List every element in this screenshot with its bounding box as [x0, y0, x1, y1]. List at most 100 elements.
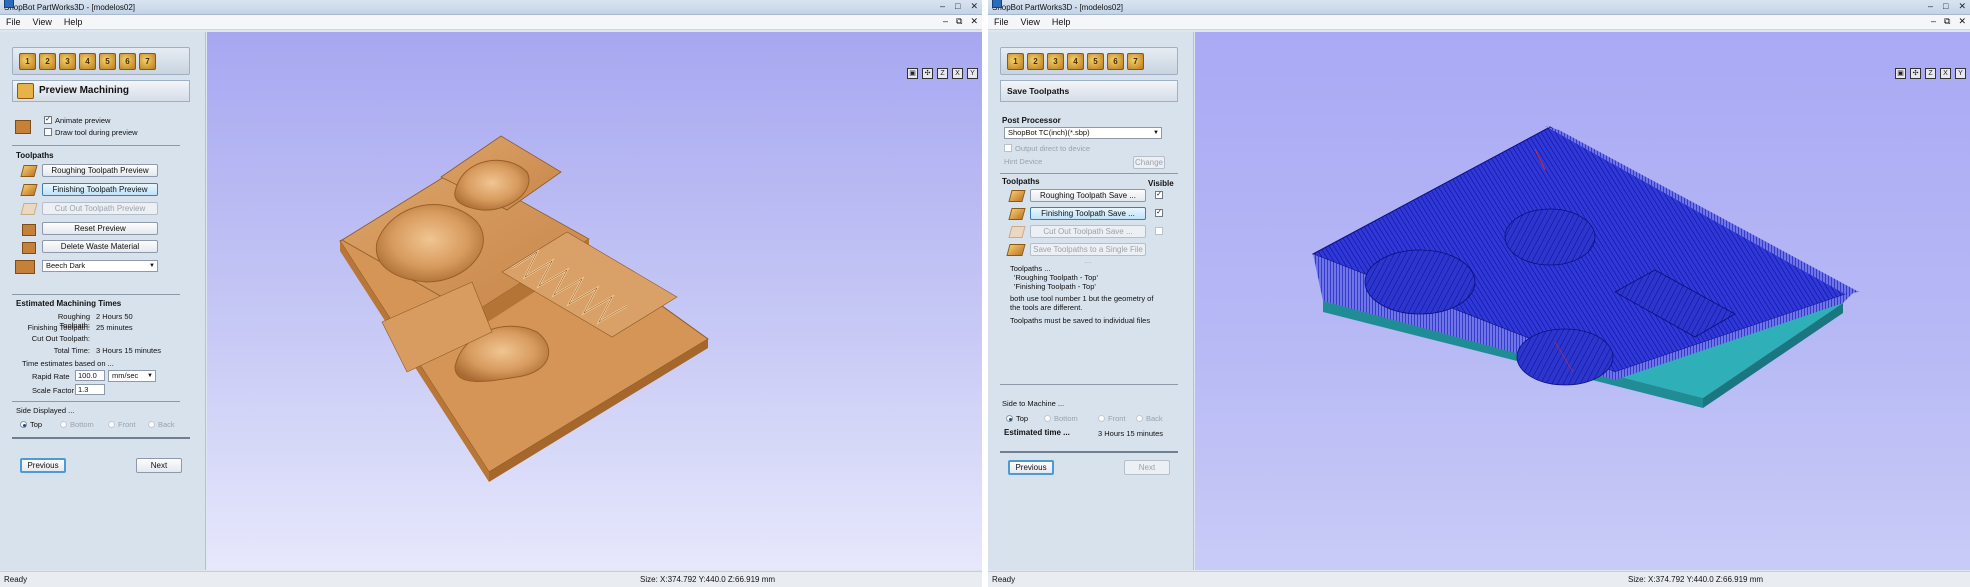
cutout-tool-icon	[1008, 226, 1026, 238]
finishing-visible-checkbox[interactable]: ✓	[1155, 209, 1163, 217]
view-pan-icon[interactable]: ✣	[922, 68, 933, 79]
material-select[interactable]: Beech Dark ▼	[42, 260, 158, 272]
size-readout: Size: X:374.792 Y:440.0 Z:66.919 mm	[640, 575, 776, 584]
3d-viewport[interactable]: ▣ ✣ Z X Y	[1195, 32, 1970, 570]
output-direct-checkbox[interactable]	[1004, 144, 1012, 152]
divider	[12, 145, 180, 146]
step-2-icon[interactable]: 2	[1027, 52, 1044, 70]
side-top-radio[interactable]	[1006, 415, 1013, 422]
total-time-label: Total Time:	[53, 346, 90, 355]
doc-restore-icon[interactable]: ⧉	[956, 16, 962, 27]
view-y-icon[interactable]: Y	[1955, 68, 1966, 79]
step-3-icon[interactable]: 3	[1047, 52, 1064, 70]
view-iso-icon[interactable]: ▣	[1895, 68, 1906, 79]
doc-minimize-icon[interactable]: –	[1931, 16, 1936, 27]
side-back-radio[interactable]	[148, 421, 155, 428]
post-processor-select[interactable]: ShopBot TC(inch)(*.sbp) ▼	[1004, 127, 1162, 139]
info-line: Toolpaths must be saved to individual fi…	[1010, 316, 1151, 325]
step-7-icon[interactable]: 7	[139, 52, 156, 70]
close-icon[interactable]: ✕	[1958, 1, 1966, 12]
save-single-file-button[interactable]: Save Toolpaths to a Single File ...	[1030, 243, 1146, 265]
page-title: Preview Machining	[12, 80, 190, 102]
doc-restore-icon[interactable]: ⧉	[1944, 16, 1950, 27]
cutout-save-button[interactable]: Cut Out Toolpath Save ...	[1030, 225, 1146, 238]
step-5-icon[interactable]: 5	[1087, 52, 1104, 70]
step-6-icon[interactable]: 6	[119, 52, 136, 70]
side-top-radio[interactable]	[20, 421, 27, 428]
total-time-value: 3 Hours 15 minutes	[96, 346, 162, 355]
roughing-visible-checkbox[interactable]: ✓	[1155, 191, 1163, 199]
side-bottom-radio[interactable]	[60, 421, 67, 428]
side-bottom-label: Bottom	[70, 420, 94, 429]
save-all-icon	[1006, 244, 1026, 256]
step-5-icon[interactable]: 5	[99, 52, 116, 70]
view-y-icon[interactable]: Y	[967, 68, 978, 79]
next-button[interactable]: Next	[1124, 460, 1170, 475]
side-top-label: Top	[1016, 414, 1029, 423]
status-text: Ready	[4, 575, 28, 584]
step-2-icon[interactable]: 2	[39, 52, 56, 70]
step-4-icon[interactable]: 4	[79, 52, 96, 70]
previous-button[interactable]: Previous	[1008, 460, 1054, 475]
doc-close-icon[interactable]: ✕	[1958, 16, 1966, 27]
roughing-save-button[interactable]: Roughing Toolpath Save ...	[1030, 189, 1146, 202]
post-processor-heading: Post Processor	[1002, 116, 1061, 125]
maximize-icon[interactable]: □	[1943, 1, 1948, 12]
minimize-icon[interactable]: –	[1928, 1, 1933, 12]
menu-view[interactable]: View	[1021, 15, 1040, 29]
step-6-icon[interactable]: 6	[1107, 52, 1124, 70]
step-7-icon[interactable]: 7	[1127, 52, 1144, 70]
preview-machining-icon	[17, 83, 34, 99]
finishing-preview-button[interactable]: Finishing Toolpath Preview	[42, 183, 158, 196]
doc-close-icon[interactable]: ✕	[970, 16, 978, 27]
doc-minimize-icon[interactable]: –	[943, 16, 948, 27]
menu-file[interactable]: File	[994, 15, 1009, 29]
side-front-label: Front	[1108, 414, 1126, 423]
reset-preview-button[interactable]: Reset Preview	[42, 222, 158, 235]
rapid-unit-value: mm/sec	[112, 371, 139, 380]
view-pan-icon[interactable]: ✣	[1910, 68, 1921, 79]
cutout-visible-checkbox[interactable]	[1155, 227, 1163, 235]
step-4-icon[interactable]: 4	[1067, 52, 1084, 70]
time-based-on-label: Time estimates based on ...	[22, 359, 114, 368]
side-bottom-radio[interactable]	[1044, 415, 1051, 422]
3d-viewport[interactable]: ▣ ✣ Z X Y	[207, 32, 982, 570]
side-front-radio[interactable]	[108, 421, 115, 428]
side-back-radio[interactable]	[1136, 415, 1143, 422]
step-1-icon[interactable]: 1	[19, 52, 36, 70]
delete-waste-button[interactable]: Delete Waste Material	[42, 240, 158, 253]
animate-preview-checkbox[interactable]: ✓	[44, 116, 52, 124]
cutout-preview-button[interactable]: Cut Out Toolpath Preview	[42, 202, 158, 215]
view-iso-icon[interactable]: ▣	[907, 68, 918, 79]
menu-help[interactable]: Help	[64, 15, 83, 29]
roughing-preview-button[interactable]: Roughing Toolpath Preview	[42, 164, 158, 177]
divider	[1000, 384, 1178, 385]
status-bar: Ready Size: X:374.792 Y:440.0 Z:66.919 m…	[988, 571, 1970, 587]
roughing-tool-icon	[20, 165, 38, 177]
view-z-icon[interactable]: Z	[937, 68, 948, 79]
toolpath-preview-model	[1311, 126, 1859, 408]
hint-device-label: Hint Device	[1004, 157, 1043, 166]
view-x-icon[interactable]: X	[1940, 68, 1951, 79]
previous-button[interactable]: Previous	[20, 458, 66, 473]
rapid-rate-input[interactable]: 100.0	[75, 370, 105, 381]
minimize-icon[interactable]: –	[940, 1, 945, 12]
page-title-text: Preview Machining	[39, 85, 130, 96]
view-z-icon[interactable]: Z	[1925, 68, 1936, 79]
draw-tool-checkbox[interactable]	[44, 128, 52, 136]
finishing-save-button[interactable]: Finishing Toolpath Save ...	[1030, 207, 1146, 220]
next-button[interactable]: Next	[136, 458, 182, 473]
side-front-radio[interactable]	[1098, 415, 1105, 422]
step-1-icon[interactable]: 1	[1007, 52, 1024, 70]
scale-factor-input[interactable]: 1.3	[75, 384, 105, 395]
menu-view[interactable]: View	[33, 15, 52, 29]
menu-help[interactable]: Help	[1052, 15, 1071, 29]
title-bar: ShopBot PartWorks3D - [modelos02]	[988, 0, 1970, 15]
step-3-icon[interactable]: 3	[59, 52, 76, 70]
view-x-icon[interactable]: X	[952, 68, 963, 79]
rapid-unit-select[interactable]: mm/sec ▼	[108, 370, 156, 382]
maximize-icon[interactable]: □	[955, 1, 960, 12]
close-icon[interactable]: ✕	[970, 1, 978, 12]
menu-file[interactable]: File	[6, 15, 21, 29]
change-button[interactable]: Change	[1133, 156, 1165, 169]
